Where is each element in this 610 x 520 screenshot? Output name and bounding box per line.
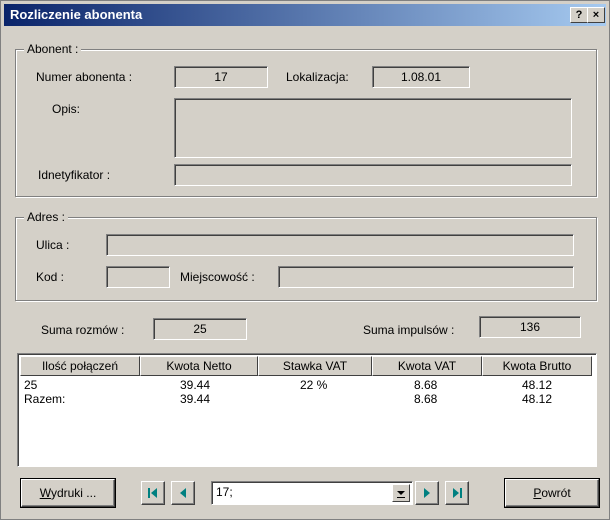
kod-label: Kod : <box>36 270 65 284</box>
suma-rozmow-label: Suma rozmów : <box>41 323 125 337</box>
header-kwota-brutto[interactable]: Kwota Brutto <box>482 356 592 376</box>
opis-field[interactable] <box>174 98 572 158</box>
prev-record-button[interactable] <box>171 481 195 505</box>
adres-group: Adres : Ulica : Kod : Miejscowość : <box>15 210 597 301</box>
window-title: Rozliczenie abonenta <box>10 7 143 22</box>
identyfikator-field[interactable] <box>174 164 572 186</box>
table-cell: 25 <box>24 378 38 392</box>
opis-label: Opis: <box>52 102 81 116</box>
numer-abonenta-field[interactable]: 17 <box>174 66 268 88</box>
suma-rozmow-field[interactable]: 25 <box>153 318 247 340</box>
last-record-button[interactable] <box>445 481 469 505</box>
dialog-window: Rozliczenie abonenta ? × Abonent : Numer… <box>0 0 610 520</box>
header-ilosc[interactable]: Ilość połączeń <box>20 356 140 376</box>
miejscowosc-label: Miejscowość : <box>180 270 255 284</box>
header-stawka-vat[interactable]: Stawka VAT <box>258 356 372 376</box>
table-cell: 48.12 <box>522 392 553 406</box>
ulica-label: Ulica : <box>36 238 70 252</box>
numer-abonenta-label: Numer abonenta : <box>36 70 133 84</box>
next-record-icon <box>424 488 430 498</box>
close-icon[interactable]: × <box>587 7 605 23</box>
wydruki-mnemonic: W <box>39 486 51 500</box>
abonent-group: Abonent : Numer abonenta : 17 Lokalizacj… <box>15 42 597 197</box>
next-record-button[interactable] <box>415 481 439 505</box>
lokalizacja-field[interactable]: 1.08.01 <box>372 66 470 88</box>
dropdown-arrow-icon[interactable] <box>392 484 410 502</box>
adres-legend: Adres : <box>24 210 69 224</box>
table-cell: 39.44 <box>180 392 211 406</box>
wydruki-label: ydruki ... <box>50 486 97 500</box>
kod-field[interactable] <box>106 266 170 288</box>
powrot-label: owrót <box>541 486 571 500</box>
abonent-legend: Abonent : <box>24 42 82 56</box>
record-combo-value: 17; <box>216 485 233 499</box>
last-record-icon <box>453 488 462 498</box>
table-cell: 8.68 <box>414 378 438 392</box>
identyfikator-label: Idnetyfikator : <box>38 168 111 182</box>
suma-impulsow-field[interactable]: 136 <box>479 316 581 338</box>
first-record-button[interactable] <box>141 481 165 505</box>
table-cell: 22 % <box>300 378 328 392</box>
wydruki-button[interactable]: Wydruki ... <box>21 479 115 507</box>
header-kwota-vat[interactable]: Kwota VAT <box>372 356 482 376</box>
header-kwota-netto[interactable]: Kwota Netto <box>140 356 258 376</box>
ulica-field[interactable] <box>106 234 574 256</box>
powrot-button[interactable]: Powrót <box>505 479 599 507</box>
suma-impulsow-label: Suma impulsów : <box>363 323 455 337</box>
title-bar[interactable]: Rozliczenie abonenta ? × <box>4 4 606 26</box>
first-record-icon <box>148 488 157 498</box>
lokalizacja-label: Lokalizacja: <box>286 70 349 84</box>
record-combo[interactable]: 17; <box>211 481 413 505</box>
table-cell: 48.12 <box>522 378 553 392</box>
table-cell: 8.68 <box>414 392 438 406</box>
help-icon[interactable]: ? <box>570 7 588 23</box>
miejscowosc-field[interactable] <box>278 266 574 288</box>
table-cell: 39.44 <box>180 378 211 392</box>
table-cell: Razem: <box>24 392 66 406</box>
prev-record-icon <box>180 488 186 498</box>
billing-table[interactable]: Ilość połączeń Kwota Netto Stawka VAT Kw… <box>17 353 597 467</box>
